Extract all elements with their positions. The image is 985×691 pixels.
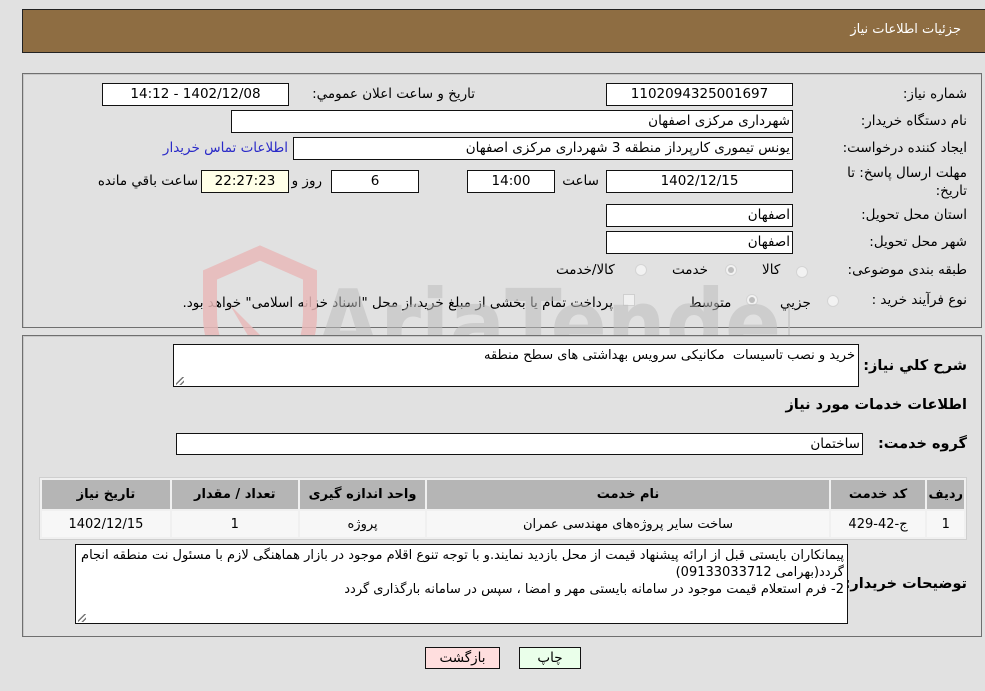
category-label: طبقه بندی موضوعی: (847, 262, 967, 278)
cell-unit: پروژه (299, 511, 426, 537)
need-number-label: شماره نیاز: (902, 86, 967, 102)
summary-wrapper (173, 344, 859, 387)
col-header-quantity: تعداد / مقدار (171, 480, 298, 509)
buyer-org-label: نام دستگاه خریدار: (860, 113, 967, 129)
remaining-time-label: ساعت باقي مانده (97, 173, 198, 189)
category-radio-goods-service[interactable] (635, 264, 647, 276)
province-field[interactable]: اصفهان (606, 204, 793, 227)
category-option-goods-service: کالا/خدمت (556, 262, 615, 278)
col-header-need-date: تاریخ نیاز (42, 480, 170, 509)
table-row: 1 ج-42-429 ساخت سایر پروژه‌های مهندسی عم… (42, 511, 964, 537)
need-number-field[interactable]: 1102094325001697 (606, 83, 793, 106)
deadline-date-field[interactable]: 1402/12/15 (606, 170, 793, 193)
buyer-notes-label: توضیحات خریدار: (844, 576, 967, 592)
purchase-option-minor: جزيي (780, 295, 811, 311)
category-radio-service[interactable] (725, 264, 737, 276)
purchase-radio-medium[interactable] (746, 294, 758, 306)
purchase-radio-minor[interactable] (827, 295, 839, 307)
print-button[interactable]: چاپ (519, 647, 581, 669)
summary-label: شرح كلي نياز: (863, 358, 967, 374)
creator-field[interactable]: یونس تیموری کارپرداز منطقه 3 شهرداری مرک… (293, 137, 793, 160)
creator-label: ایجاد کننده درخواست: (842, 140, 967, 156)
treasury-note: پرداخت تمام یا بخشی از مبلغ خرید،از محل … (182, 295, 613, 311)
services-table: ردیف کد خدمت نام خدمت واحد اندازه گیری ت… (39, 477, 967, 540)
buyer-org-field[interactable]: شهرداری مرکزی اصفهان (231, 110, 793, 133)
service-group-field[interactable]: ساختمان (176, 433, 863, 455)
col-header-unit: واحد اندازه گیری (299, 480, 426, 509)
buyer-notes-wrapper (75, 544, 848, 624)
city-label: شهر محل تحویل: (869, 234, 967, 250)
page-header: جزئیات اطلاعات نیاز (22, 9, 985, 53)
category-option-goods: کالا (762, 262, 781, 278)
page-title: جزئیات اطلاعات نیاز (850, 22, 961, 37)
summary-textarea[interactable] (173, 344, 859, 387)
deadline-label-line2: تاریخ: (935, 183, 967, 199)
resize-grip-icon[interactable] (78, 614, 86, 622)
city-field[interactable]: اصفهان (606, 231, 793, 254)
treasury-checkbox[interactable] (623, 294, 635, 306)
cell-row-number: 1 (927, 511, 964, 537)
services-heading: اطلاعات خدمات مورد نیاز (785, 397, 967, 413)
col-header-row-number: ردیف (927, 480, 964, 509)
cell-service-name: ساخت سایر پروژه‌های مهندسی عمران (427, 511, 829, 537)
deadline-label-line1: مهلت ارسال پاسخ: تا (847, 165, 967, 181)
cell-quantity: 1 (171, 511, 298, 537)
col-header-service-code: کد خدمت (830, 480, 926, 509)
purchase-option-medium: متوسط (689, 295, 732, 311)
purchase-type-label: نوع فرآیند خرید : (871, 292, 967, 308)
days-label: روز و (291, 173, 322, 189)
remaining-days-field[interactable]: 6 (331, 170, 419, 193)
deadline-time-label: ساعت (562, 173, 599, 189)
announce-date-label: تاریخ و ساعت اعلان عمومي: (312, 86, 475, 102)
back-button[interactable]: بازگشت (425, 647, 500, 669)
col-header-service-name: نام خدمت (427, 480, 829, 509)
buyer-notes-textarea[interactable] (75, 544, 848, 624)
resize-grip-icon[interactable] (176, 377, 184, 385)
remaining-time-field: 22:27:23 (201, 170, 289, 193)
services-table-header: ردیف کد خدمت نام خدمت واحد اندازه گیری ت… (42, 480, 964, 509)
cell-need-date: 1402/12/15 (42, 511, 170, 537)
buyer-contact-link[interactable]: اطلاعات تماس خریدار (163, 140, 288, 156)
cell-service-code: ج-42-429 (830, 511, 926, 537)
category-option-service: خدمت (672, 262, 708, 278)
announce-date-field[interactable]: 1402/12/08 - 14:12 (102, 83, 289, 106)
category-radio-goods[interactable] (796, 266, 808, 278)
service-group-label: گروه خدمت: (877, 436, 967, 452)
province-label: استان محل تحویل: (861, 207, 967, 223)
deadline-time-field[interactable]: 14:00 (467, 170, 555, 193)
